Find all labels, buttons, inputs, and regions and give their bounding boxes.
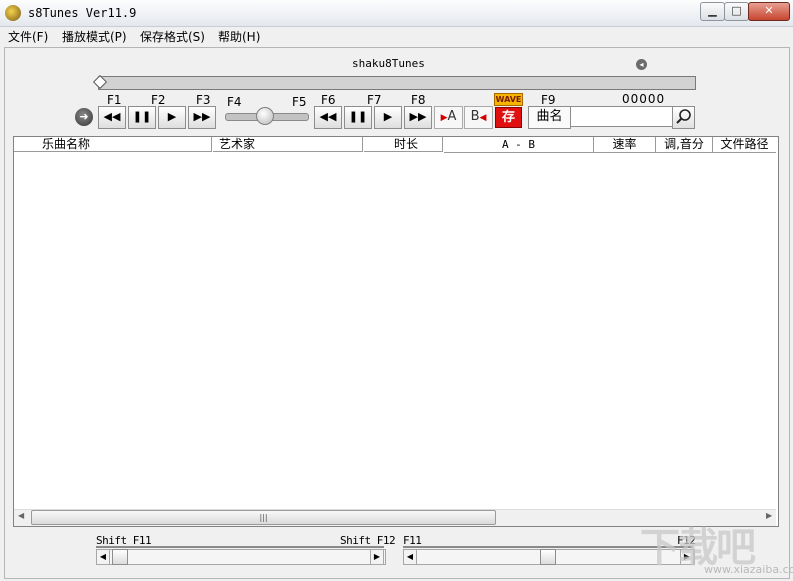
seek-bar[interactable] — [98, 76, 696, 90]
left-slider-thumb[interactable] — [112, 549, 128, 565]
marker-right-icon: ▶ — [440, 113, 448, 123]
left-position-slider[interactable] — [96, 549, 386, 565]
right-slider-left-arrow-icon[interactable]: ◀ — [403, 549, 417, 565]
set-b-label: B — [470, 109, 480, 124]
track-title: shaku8Tunes — [352, 57, 425, 70]
window-title: s8Tunes Ver11.9 — [28, 6, 137, 20]
track-list[interactable] — [13, 136, 779, 527]
search-input[interactable] — [570, 106, 673, 127]
play-button[interactable]: ▶ — [158, 106, 186, 129]
left-slider-right-arrow-icon[interactable]: ▶ — [370, 549, 384, 565]
left-slider-left-arrow-icon[interactable]: ◀ — [96, 549, 110, 565]
back-icon[interactable]: ◂ — [636, 59, 647, 70]
search-icon — [676, 109, 691, 124]
section-fast-forward-button[interactable]: ▶▶ — [404, 106, 432, 129]
column-header-title[interactable]: 乐曲名称 — [14, 137, 212, 152]
fkey-label-f6: F6 — [321, 93, 336, 107]
column-header-file-path[interactable]: 文件路径 — [713, 137, 776, 153]
song-name-label: 曲名 — [528, 106, 571, 129]
fkey-label-f4: F4 — [227, 95, 242, 109]
fkey-label-f9: F9 — [541, 93, 556, 107]
save-button[interactable]: 存 — [495, 107, 522, 128]
set-a-button[interactable]: ▶A — [434, 106, 463, 129]
maximize-button[interactable]: □ — [724, 2, 749, 21]
pause-button[interactable]: ❚❚ — [128, 106, 156, 129]
right-slider-thumb[interactable] — [540, 549, 556, 565]
fkey-label-f1: F1 — [107, 93, 122, 107]
fkey-label-f8: F8 — [411, 93, 426, 107]
menu-play-mode[interactable]: 播放模式(P) — [62, 28, 127, 45]
wave-badge: WAVE — [494, 93, 523, 106]
section-play-icon: ▶ — [383, 110, 393, 123]
go-arrow-icon[interactable]: ➜ — [75, 108, 93, 126]
menu-help[interactable]: 帮助(H) — [218, 28, 260, 45]
section-pause-icon: ❚❚ — [348, 110, 368, 123]
app-icon[interactable] — [5, 5, 21, 21]
fkey-label-f5: F5 — [292, 95, 307, 109]
minimize-button[interactable]: ▁ — [700, 2, 725, 21]
play-icon: ▶ — [167, 110, 177, 123]
speed-slider-knob[interactable] — [256, 107, 274, 125]
column-header-artist[interactable]: 艺术家 — [213, 137, 363, 152]
fkey-label-f3: F3 — [196, 93, 211, 107]
section-rewind-icon: ◀◀ — [319, 110, 337, 123]
section-rewind-button[interactable]: ◀◀ — [314, 106, 342, 129]
close-button[interactable]: ✕ — [748, 2, 790, 21]
section-play-button[interactable]: ▶ — [374, 106, 402, 129]
set-b-button[interactable]: B◀ — [464, 106, 493, 129]
set-a-label: A — [447, 109, 457, 124]
time-counter: 00000 — [622, 92, 666, 106]
column-header-key-cents[interactable]: 调,音分 — [656, 137, 713, 153]
scrollbar-thumb[interactable]: ||| — [31, 510, 496, 525]
section-pause-button[interactable]: ❚❚ — [344, 106, 372, 129]
column-header-rate[interactable]: 速率 — [594, 137, 656, 153]
fast-forward-icon: ▶▶ — [193, 110, 211, 123]
marker-left-icon: ◀ — [479, 113, 487, 123]
section-fast-forward-icon: ▶▶ — [409, 110, 427, 123]
menu-save-format[interactable]: 保存格式(S) — [140, 28, 205, 45]
rewind-icon: ◀◀ — [103, 110, 121, 123]
column-header-duration[interactable]: 时长 — [364, 137, 443, 152]
scroll-right-icon[interactable]: ▶ — [766, 511, 772, 520]
left-slider-groove — [96, 546, 384, 548]
fkey-label-f7: F7 — [367, 93, 382, 107]
pause-icon: ❚❚ — [132, 110, 152, 123]
search-button[interactable] — [672, 106, 695, 129]
scroll-left-icon[interactable]: ◀ — [18, 511, 24, 520]
watermark-url: www.xiazaiba.com — [704, 563, 793, 576]
rewind-button[interactable]: ◀◀ — [98, 106, 126, 129]
fkey-label-f2: F2 — [151, 93, 166, 107]
fast-forward-button[interactable]: ▶▶ — [188, 106, 216, 129]
menu-file[interactable]: 文件(F) — [8, 28, 48, 45]
column-header-ab[interactable]: A - B — [444, 137, 594, 153]
